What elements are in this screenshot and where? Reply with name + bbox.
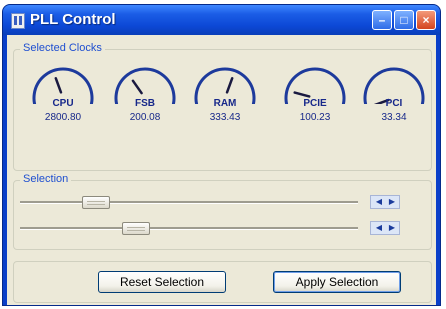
gauge-name: FSB: [135, 98, 155, 109]
client-area: Selected Clocks CPU 2800.80 FSB 200.08 RAM 33…: [7, 35, 436, 305]
spin-right-icon[interactable]: ▶: [385, 196, 399, 208]
gauge-value: 100.23: [299, 112, 331, 123]
title-bar[interactable]: PLL Control – □ ×: [3, 5, 440, 35]
app-icon: [11, 13, 25, 29]
maximize-button[interactable]: □: [394, 10, 414, 30]
minimize-button[interactable]: –: [372, 10, 392, 30]
pll-control-window: PLL Control – □ × Selected Clocks CPU 280…: [3, 5, 440, 305]
gauge-name: RAM: [213, 98, 237, 109]
slider-thumb-1[interactable]: [82, 196, 110, 209]
button-panel: Reset Selection Apply Selection: [13, 261, 432, 303]
gauge-needle: [293, 91, 311, 98]
spin-left-icon[interactable]: ◀: [372, 222, 386, 234]
spinner-2[interactable]: ◀ ▶: [370, 221, 400, 235]
gauge-value: 200.08: [129, 112, 161, 123]
spin-right-icon[interactable]: ▶: [385, 222, 399, 234]
selection-label: Selection: [20, 173, 72, 185]
gauge-ram: RAM 333.43: [190, 58, 260, 123]
gauge-needle: [54, 77, 63, 94]
gauge-cpu: CPU 2800.80: [28, 58, 98, 123]
gauge-pci: PCI 33.34: [359, 58, 429, 123]
gauge-name: CPU: [52, 98, 74, 109]
slider-track-2: [20, 227, 358, 230]
gauge-value: 2800.80: [44, 112, 82, 123]
slider-thumb-2[interactable]: [122, 222, 151, 235]
selected-clocks-label: Selected Clocks: [20, 42, 105, 54]
gauge-name: PCIE: [303, 98, 327, 109]
gauge-pcie: PCIE 100.23: [280, 58, 350, 123]
gauge-needle: [131, 79, 143, 95]
gauge-value: 33.34: [381, 112, 407, 123]
gauge-fsb: FSB 200.08: [110, 58, 180, 123]
gauge-value: 333.43: [209, 112, 241, 123]
gauge-name: PCI: [385, 98, 403, 109]
spin-left-icon[interactable]: ◀: [372, 196, 386, 208]
spinner-1[interactable]: ◀ ▶: [370, 195, 400, 209]
apply-selection-button[interactable]: Apply Selection: [273, 271, 401, 293]
slider-track-1: [20, 201, 358, 204]
gauge-needle: [225, 77, 234, 94]
selected-clocks-group: Selected Clocks CPU 2800.80 FSB 200.08 RAM 33…: [13, 42, 432, 171]
close-button[interactable]: ×: [416, 10, 436, 30]
reset-selection-button[interactable]: Reset Selection: [98, 271, 226, 293]
selection-group: Selection ◀ ▶ ◀ ▶: [13, 173, 432, 250]
window-title: PLL Control: [30, 11, 116, 28]
